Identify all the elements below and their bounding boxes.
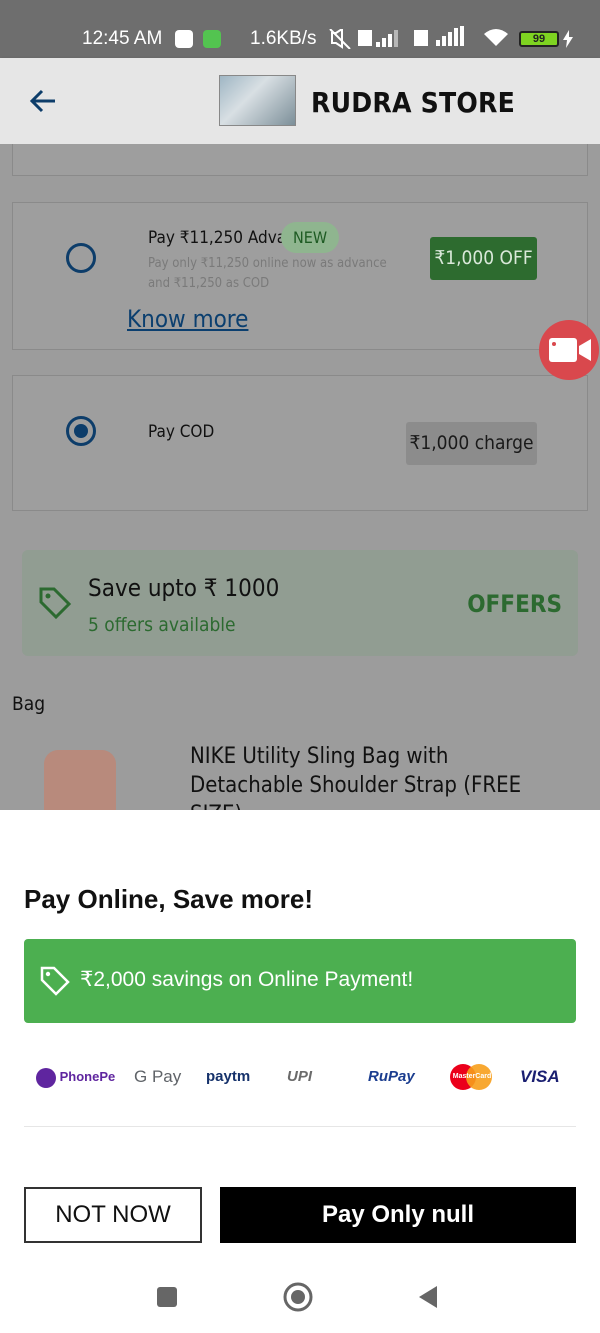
phonepe-logo: PhonePe (36, 1062, 115, 1092)
app-header: RUDRA STORE (0, 58, 600, 144)
status-time: 12:45 AM (82, 28, 163, 49)
battery-icon: 99 (519, 31, 559, 47)
know-more-link[interactable]: Know more (127, 305, 248, 333)
gpay-logo: G Pay (134, 1067, 182, 1086)
paytm-logo: paytm (206, 1068, 251, 1085)
back-nav-icon[interactable] (417, 1285, 439, 1309)
savings-text: ₹2,000 savings on Online Payment! (80, 968, 414, 991)
upi-logo: UPI (287, 1068, 313, 1085)
charging-icon (563, 30, 573, 48)
advance-subtitle: Pay only ₹11,250 online now as advance a… (148, 256, 387, 291)
tag-icon (40, 966, 70, 996)
network-speed: 1.6KB/s (250, 28, 317, 49)
divider (24, 1126, 576, 1127)
status-bar: 12:45 AM 1.6KB/s 99 (0, 0, 600, 58)
savings-banner: ₹2,000 savings on Online Payment! (24, 939, 576, 1023)
new-badge: NEW (281, 222, 340, 253)
android-icon (203, 30, 221, 48)
signal-icon (358, 30, 398, 47)
product-image (44, 750, 116, 810)
radio-cod[interactable] (66, 416, 96, 446)
visa-logo: VISA (520, 1067, 560, 1086)
bag-section-label: Bag (12, 693, 46, 715)
sheet-title: Pay Online, Save more! (24, 884, 314, 914)
offers-subtitle: 5 offers available (88, 614, 236, 636)
radio-advance[interactable] (66, 243, 96, 273)
store-logo (219, 75, 296, 126)
mute-icon (329, 29, 351, 49)
signal-4g-icon (414, 26, 464, 46)
offers-title: Save upto ₹ 1000 (88, 574, 280, 602)
system-nav-bar (0, 1280, 600, 1333)
home-icon[interactable] (282, 1281, 314, 1313)
slack-icon (175, 30, 193, 48)
pay-online-button[interactable]: Pay Only null (220, 1187, 576, 1243)
checkout-content: Pay ₹11,250 Advance NEW Pay only ₹11,250… (0, 144, 600, 810)
video-camera-icon (549, 338, 591, 362)
discount-badge: ₹1,000 OFF (430, 237, 537, 280)
offers-link[interactable]: OFFERS (467, 590, 562, 618)
store-name: RUDRA STORE (311, 86, 515, 119)
payment-logos: PhonePe G Pay paytm UPI RuPay MasterCard… (24, 1062, 576, 1092)
cod-charge-badge: ₹1,000 charge (406, 422, 537, 465)
back-arrow-icon[interactable] (28, 86, 58, 116)
tag-icon (39, 587, 72, 620)
wifi-icon (484, 29, 508, 46)
pay-online-sheet: Pay Online, Save more! ₹2,000 savings on… (0, 810, 600, 1333)
cod-title: Pay COD (148, 422, 215, 442)
not-now-button[interactable]: NOT NOW (24, 1187, 202, 1243)
recents-icon[interactable] (156, 1286, 178, 1308)
offers-card[interactable]: Save upto ₹ 1000 5 offers available OFFE… (22, 550, 578, 656)
previous-card (12, 144, 588, 176)
product-name: NIKE Utility Sling Bag with Detachable S… (190, 744, 522, 810)
mastercard-logo: MasterCard (450, 1062, 494, 1092)
rupay-logo: RuPay (368, 1068, 415, 1085)
screen-record-button[interactable] (539, 320, 599, 380)
